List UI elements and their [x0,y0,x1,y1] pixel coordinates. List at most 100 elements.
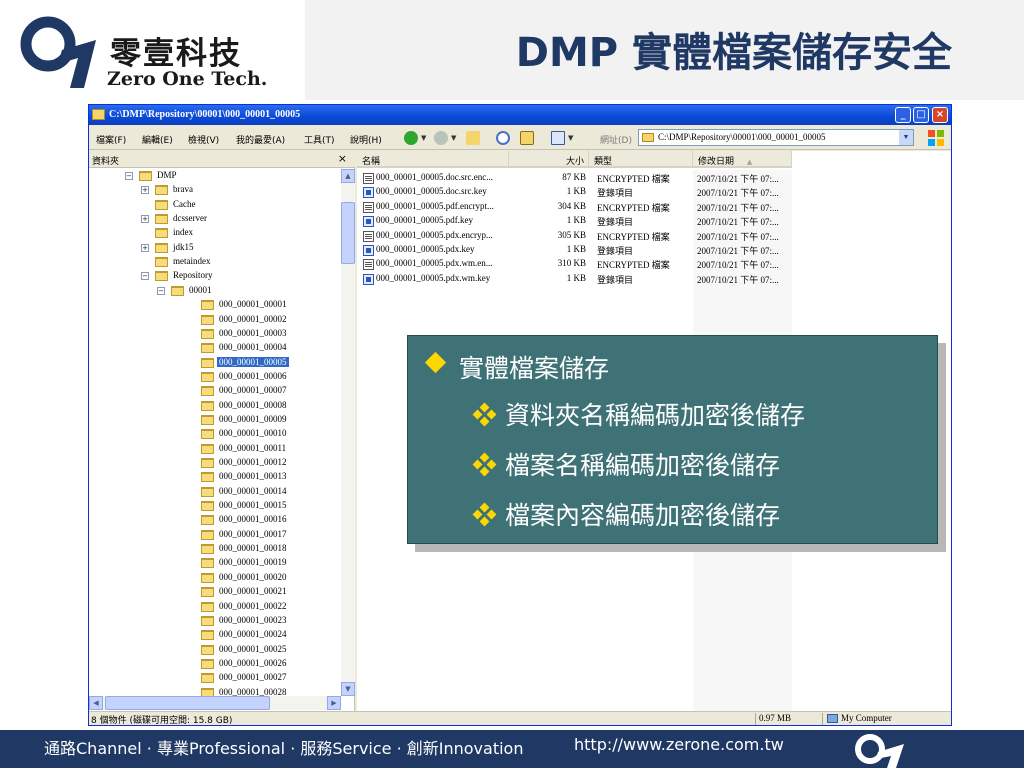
menu-favorites[interactable]: 我的最愛(A) [236,133,285,146]
diamond-bullet-icon [424,351,447,374]
menu-tools[interactable]: 工具(T) [304,133,335,146]
registry-file-icon [363,245,374,256]
search-icon[interactable] [496,131,510,145]
folder-icon [155,271,168,282]
tree-item[interactable]: + dcsserver [89,212,339,226]
menu-edit[interactable]: 編輯(E) [142,133,173,146]
callout-point-text: 檔案內容編碼加密後儲存 [505,501,781,530]
column-size[interactable]: 大小 [509,151,589,168]
expand-icon[interactable]: + [141,215,149,224]
file-row[interactable]: 000_00001_00005.pdx.encryp... 305 KB ENCRY… [357,229,797,243]
column-modified[interactable]: 修改日期 ▲ [693,151,792,168]
tree-item[interactable]: 000_00001_00006 [89,370,339,384]
file-row[interactable]: 000_00001_00005.pdx.key 1 KB 登錄項目 2007/10/2… [357,243,797,257]
folder-tree: − DMP + brava Cache + dcsserver index + jdk15 meta… [89,169,341,696]
expand-icon[interactable]: + [141,243,149,252]
tree-item[interactable]: 000_00001_00007 [89,384,339,398]
tree-item[interactable]: 000_00001_00015 [89,499,339,513]
forward-icon[interactable] [434,131,448,145]
file-name: 000_00001_00005.pdx.wm.key [376,272,491,283]
file-row[interactable]: 000_00001_00005.pdf.key 1 KB 登錄項目 2007/10/2… [357,214,797,228]
tree-item[interactable]: 000_00001_00009 [89,413,339,427]
chevron-down-icon[interactable]: ▼ [451,134,456,142]
scroll-left-icon[interactable]: ◀ [89,696,103,710]
tree-item[interactable]: 000_00001_00022 [89,600,339,614]
scroll-up-icon[interactable]: ▲ [341,169,355,183]
tree-item[interactable]: 000_00001_00025 [89,643,339,657]
tree-item[interactable]: 000_00001_00011 [89,442,339,456]
horizontal-scrollbar[interactable]: ◀ ▶ [89,696,341,710]
minimize-button[interactable]: _ [895,107,911,123]
file-type: 登錄項目 [597,217,634,228]
tree-item[interactable]: 000_00001_00013 [89,470,339,484]
menu-help[interactable]: 說明(H) [350,133,382,146]
status-object-count: 8 個物件 (磁碟可用空間: 15.8 GB) [91,716,233,726]
file-size: 1 KB [566,244,586,254]
maximize-button[interactable]: □ [913,107,929,123]
folders-icon[interactable] [520,131,534,145]
tree-item[interactable]: 000_00001_00028 [89,686,339,696]
tree-item[interactable]: 000_00001_00003 [89,327,339,341]
address-value[interactable]: C:\DMP\Repository\00001\000_00001_00005 [658,132,826,142]
menu-file[interactable]: 檔案(F) [96,133,126,146]
collapse-icon[interactable]: − [125,172,133,180]
file-row[interactable]: 000_00001_00005.pdf.encrypt... 304 KB ENCR… [357,200,797,214]
vertical-scrollbar[interactable]: ▲ ▼ [341,169,355,696]
tree-item[interactable]: 000_00001_00024 [89,628,339,642]
chevron-down-icon[interactable]: ▼ [568,134,573,142]
collapse-icon[interactable]: − [141,272,149,281]
tree-item[interactable]: 000_00001_00019 [89,556,339,570]
registry-file-icon [363,216,374,228]
file-row[interactable]: 000_00001_00005.doc.src.enc... 87 KB ENCRY… [357,171,797,185]
expand-icon[interactable]: + [141,186,149,195]
tree-item[interactable]: 000_00001_00020 [89,571,339,585]
window-titlebar[interactable]: C:\DMP\Repository\00001\000_00001_00005 … [89,105,951,125]
chevron-down-icon[interactable]: ▼ [899,130,913,145]
tree-item[interactable]: 000_00001_00004 [89,341,339,355]
tree-item[interactable]: − Repository [89,269,339,283]
tree-item[interactable]: 000_00001_00018 [89,542,339,556]
scroll-right-icon[interactable]: ▶ [327,696,341,710]
file-row[interactable]: 000_00001_00005.pdx.wm.key 1 KB 登錄項目 2007/1… [357,272,797,286]
tree-item[interactable]: + brava [89,183,339,197]
folder-icon [155,185,168,196]
file-row[interactable]: 000_00001_00005.pdx.wm.en... 310 KB ENCRYP… [357,257,797,271]
tree-item[interactable]: − DMP [89,169,339,183]
tree-item[interactable]: − 00001 [89,284,339,298]
close-icon[interactable]: × [338,152,347,165]
tree-item-label: 000_00001_00020 [219,571,287,582]
column-name[interactable]: 名稱 [357,151,509,168]
scroll-thumb[interactable] [105,696,270,710]
tree-item[interactable]: 000_00001_00016 [89,513,339,527]
folder-icon [201,558,214,569]
file-row[interactable]: 000_00001_00005.doc.src.key 1 KB 登錄項目 2007/… [357,185,797,199]
slide-footer: 通路Channel · 專業Professional · 服務Service ·… [0,730,1024,768]
views-icon[interactable] [551,131,565,145]
tree-item[interactable]: 000_00001_00001 [89,298,339,312]
scroll-down-icon[interactable]: ▼ [341,682,355,696]
back-icon[interactable] [404,131,418,145]
tree-item[interactable]: 000_00001_00008 [89,399,339,413]
tree-item[interactable]: 000_00001_00027 [89,671,339,685]
tree-item[interactable]: 000_00001_00014 [89,485,339,499]
tree-item[interactable]: 000_00001_00023 [89,614,339,628]
tree-item[interactable]: 000_00001_00005 [89,355,339,370]
close-button[interactable]: × [932,107,948,123]
scroll-thumb[interactable] [341,202,355,264]
tree-item[interactable]: 000_00001_00026 [89,657,339,671]
menu-view[interactable]: 檢視(V) [188,133,219,146]
tree-item[interactable]: 000_00001_00010 [89,427,339,441]
tree-item[interactable]: metaindex [89,255,339,269]
tree-item[interactable]: Cache [89,198,339,212]
up-folder-icon[interactable] [466,131,480,145]
tree-item[interactable]: index [89,226,339,240]
column-type[interactable]: 類型 [589,151,693,168]
address-bar[interactable]: C:\DMP\Repository\00001\000_00001_00005 … [638,129,914,146]
tree-item[interactable]: + jdk15 [89,241,339,255]
tree-item[interactable]: 000_00001_00012 [89,456,339,470]
tree-item[interactable]: 000_00001_00021 [89,585,339,599]
collapse-icon[interactable]: − [157,286,165,295]
chevron-down-icon[interactable]: ▼ [421,134,426,142]
tree-item[interactable]: 000_00001_00002 [89,313,339,327]
tree-item[interactable]: 000_00001_00017 [89,528,339,542]
